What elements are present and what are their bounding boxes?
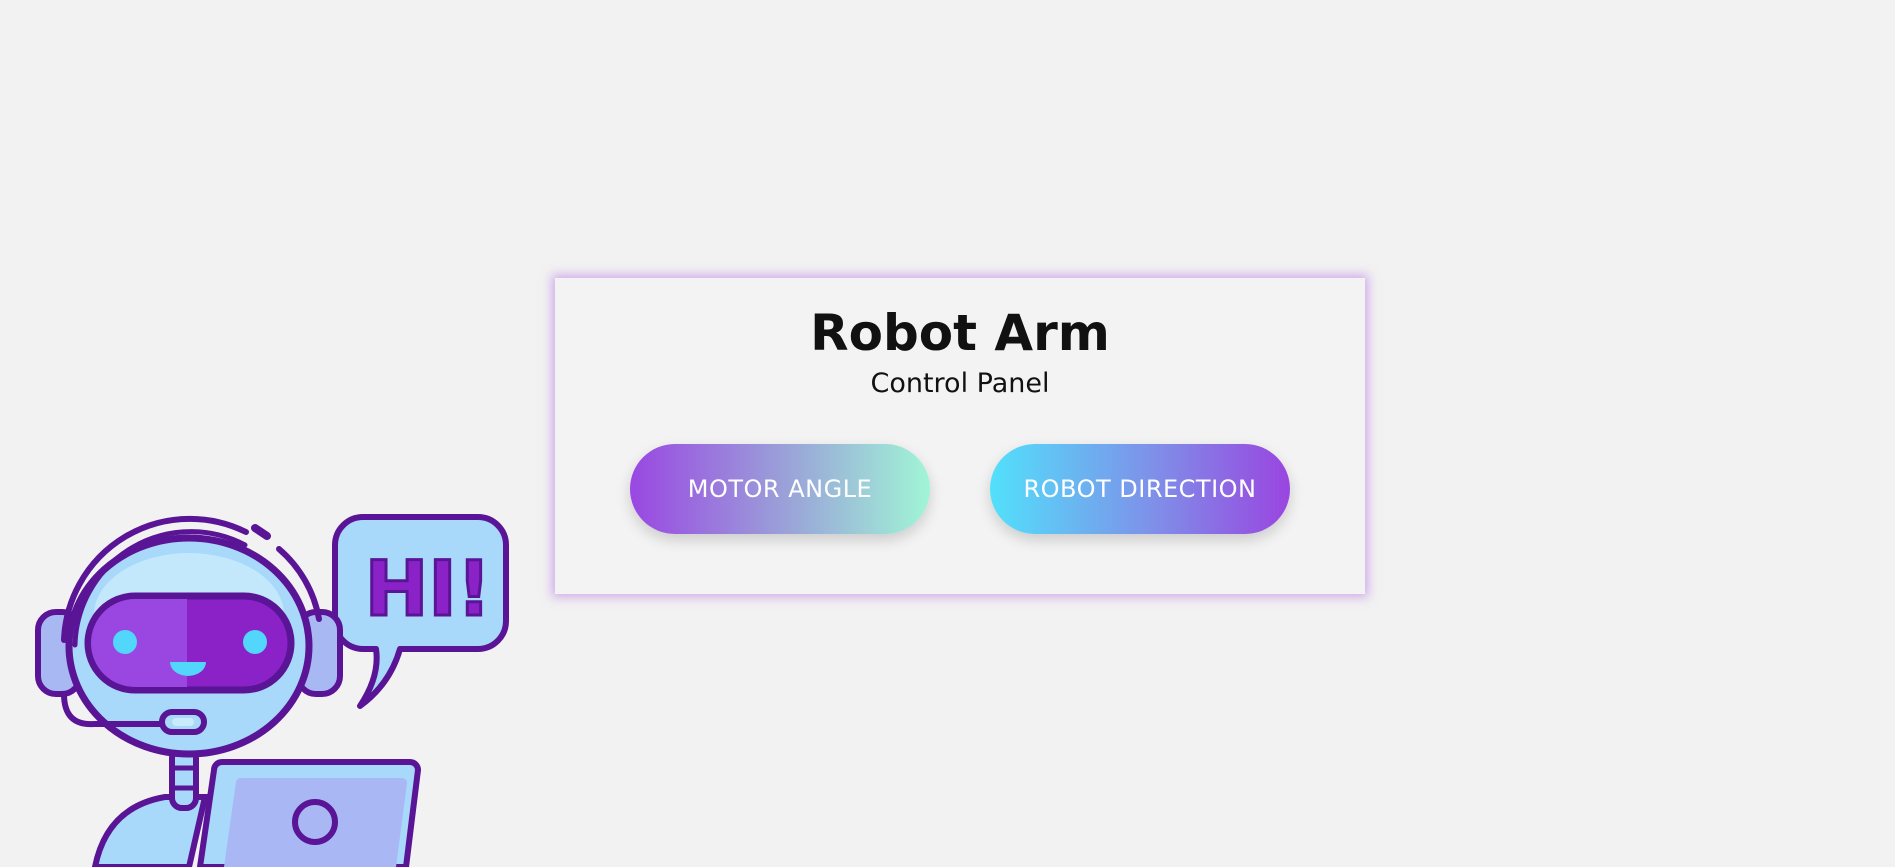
speech-bubble-icon: HI! — [332, 514, 509, 709]
speech-bubble-text: HI! — [365, 544, 492, 633]
control-panel-card: Robot Arm Control Panel MOTOR ANGLE ROBO… — [555, 278, 1365, 594]
motor-angle-button[interactable]: MOTOR ANGLE — [630, 444, 930, 534]
robot-visor-icon — [84, 592, 295, 694]
laptop-icon — [196, 759, 422, 867]
page-title: Robot Arm — [810, 304, 1110, 362]
robot-direction-button[interactable]: ROBOT DIRECTION — [990, 444, 1290, 534]
robot-mascot-icon: HI! — [35, 514, 509, 867]
page-subtitle: Control Panel — [870, 368, 1050, 399]
